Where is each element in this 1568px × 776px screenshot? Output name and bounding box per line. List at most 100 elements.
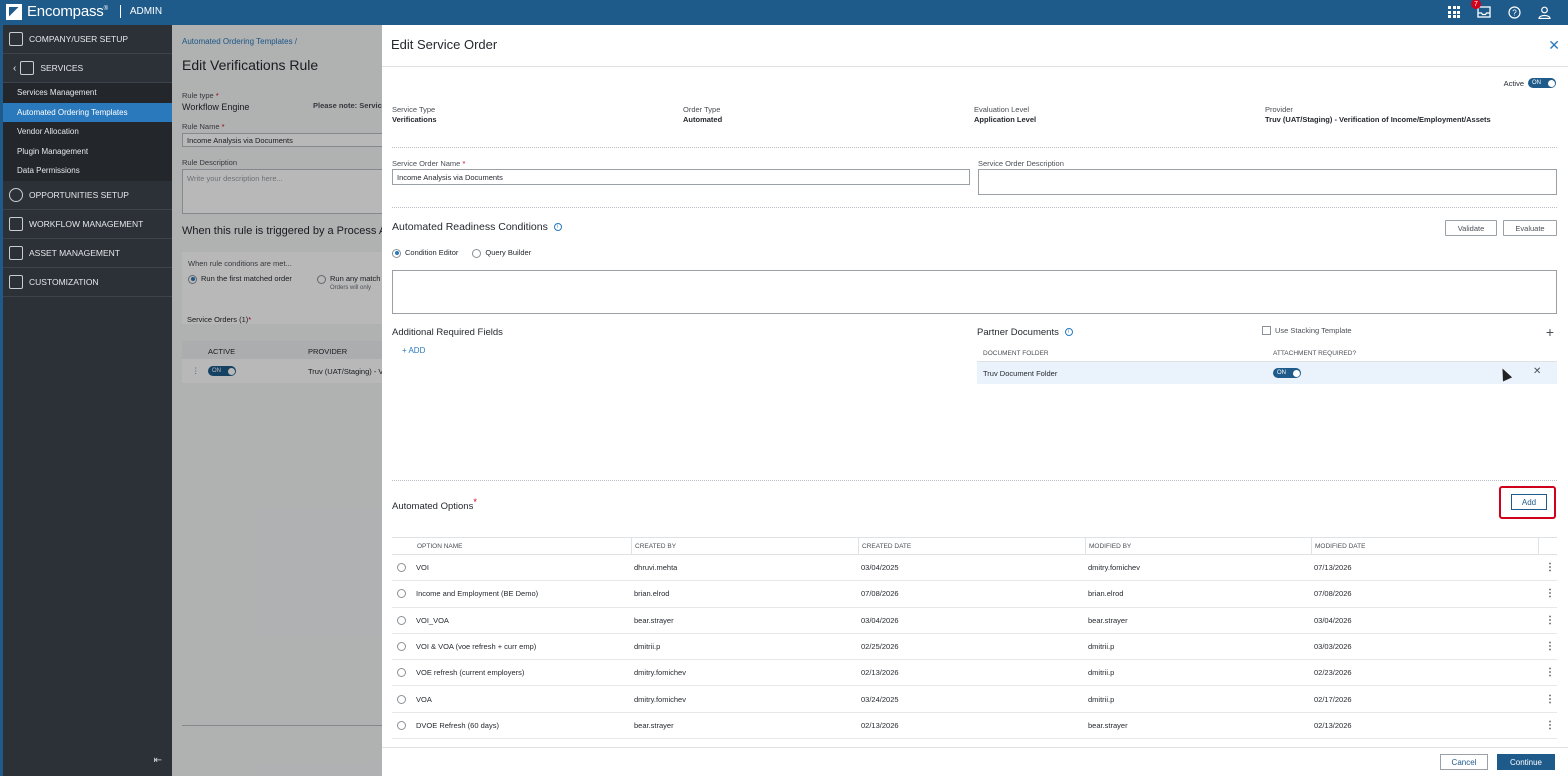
section-label: ADMIN xyxy=(129,6,163,17)
row-menu-icon[interactable]: ⋮ xyxy=(1545,660,1555,685)
info-label: Provider xyxy=(1265,105,1293,114)
evaluate-button[interactable]: Evaluate xyxy=(1503,220,1557,236)
collapse-sidebar-icon[interactable]: ⇤ xyxy=(154,755,162,766)
sidebar-subitem-vendor-allocation[interactable]: Vendor Allocation xyxy=(3,122,172,142)
add-option-button[interactable]: Add xyxy=(1511,494,1547,510)
customization-icon xyxy=(9,274,23,289)
table-row[interactable]: VOI dhruvi.mehta 03/04/2025 dmitry.fomic… xyxy=(392,555,1557,582)
partner-document-row[interactable]: Truv Document Folder ON ✕ xyxy=(977,362,1557,384)
remove-document-icon[interactable]: ✕ xyxy=(1533,366,1541,377)
sidebar-item-asset-management[interactable]: ASSET MANAGEMENT xyxy=(3,239,172,268)
sidebar-item-customization[interactable]: CUSTOMIZATION xyxy=(3,268,172,297)
active-switch[interactable]: Active ON xyxy=(1504,78,1556,88)
info-label: Order Type xyxy=(683,105,721,114)
modified-by: bear.strayer xyxy=(1088,720,1128,730)
info-icon[interactable]: i xyxy=(1064,328,1073,337)
sidebar-item-services[interactable]: ‹ SERVICES xyxy=(3,54,172,83)
sidebar-item-label: SERVICES xyxy=(40,63,84,73)
created-by: bear.strayer xyxy=(634,615,674,625)
row-menu-icon[interactable]: ⋮ xyxy=(1545,555,1555,580)
chevron-left-icon: ‹ xyxy=(13,62,17,74)
row-menu-icon[interactable]: ⋮ xyxy=(1545,581,1555,606)
row-menu-icon[interactable]: ⋮ xyxy=(1545,687,1555,712)
created-by: dmitry.fomichev xyxy=(634,694,686,704)
automated-options-title: Automated Options* xyxy=(392,497,477,513)
sidebar-item-label: ASSET MANAGEMENT xyxy=(29,247,120,258)
sidebar-subitem-data-permissions[interactable]: Data Permissions xyxy=(3,161,172,181)
sidebar-subitem-automated-ordering-templates[interactable]: Automated Ordering Templates xyxy=(3,102,172,122)
option-name: Income and Employment (BE Demo) xyxy=(416,589,539,599)
row-menu-icon[interactable]: ⋮ xyxy=(1545,634,1555,659)
table-row[interactable]: VOI & VOA (voe refresh + curr emp) dmitr… xyxy=(392,634,1557,661)
row-select-radio[interactable] xyxy=(397,720,406,730)
created-by: brian.elrod xyxy=(634,589,670,599)
column-document-folder: DOCUMENT FOLDER xyxy=(983,350,1049,357)
sidebar-item-opportunities-setup[interactable]: OPPORTUNITIES SETUP xyxy=(3,181,172,210)
column-modified-by: MODIFIED BY xyxy=(1089,542,1132,550)
service-order-name-input[interactable]: Income Analysis via Documents xyxy=(392,169,970,185)
table-row[interactable]: Income and Employment (BE Demo) brian.el… xyxy=(392,581,1557,608)
table-row[interactable]: VOE refresh (current employers) dmitry.f… xyxy=(392,660,1557,687)
inbox-icon[interactable]: 7 xyxy=(1471,0,1492,20)
option-name: VOI & VOA (voe refresh + curr emp) xyxy=(416,642,537,652)
table-row[interactable]: DVOE Refresh (60 days) bear.strayer 02/1… xyxy=(392,713,1557,740)
sidebar-item-company-user-setup[interactable]: COMPANY/USER SETUP xyxy=(3,25,172,54)
modal-header: Edit Service Order ✕ xyxy=(382,25,1568,67)
row-select-radio[interactable] xyxy=(397,642,406,652)
created-date: 03/04/2025 xyxy=(861,563,899,573)
divider xyxy=(392,147,1557,148)
modal-backdrop[interactable] xyxy=(172,25,382,776)
services-submenu: Services Management Automated Ordering T… xyxy=(3,83,172,181)
modified-by: dmitrii.p xyxy=(1088,694,1115,704)
readiness-conditions-title: Automated Readiness Conditions i xyxy=(392,221,562,233)
row-menu-icon[interactable]: ⋮ xyxy=(1545,713,1555,738)
brand[interactable]: Encompass® ADMIN xyxy=(6,3,162,20)
divider xyxy=(392,480,1557,481)
info-value: Verifications xyxy=(392,115,437,124)
column-option-name: OPTION NAME xyxy=(417,542,463,550)
user-profile-icon[interactable] xyxy=(1536,4,1552,20)
help-icon[interactable]: ? xyxy=(1506,4,1522,20)
validate-button[interactable]: Validate xyxy=(1445,220,1497,236)
asset-icon xyxy=(9,245,23,260)
table-row[interactable]: VOI_VOA bear.strayer 03/04/2026 bear.str… xyxy=(392,608,1557,634)
brand-name: Encompass® xyxy=(27,3,108,20)
partner-documents-header: DOCUMENT FOLDER ATTACHMENT REQUIRED? xyxy=(977,344,1557,362)
sidebar-item-workflow-management[interactable]: WORKFLOW MANAGEMENT xyxy=(3,210,172,239)
column-attachment-required: ATTACHMENT REQUIRED? xyxy=(1273,350,1357,357)
order-type-info: Order Type Automated xyxy=(683,105,722,124)
sidebar-subitem-services-management[interactable]: Services Management xyxy=(3,83,172,103)
dollar-icon xyxy=(9,187,23,202)
cancel-button[interactable]: Cancel xyxy=(1440,754,1488,770)
option-name: VOI xyxy=(416,563,429,573)
active-toggle[interactable]: ON xyxy=(1528,78,1556,88)
attachment-required-toggle[interactable]: ON xyxy=(1273,368,1301,378)
partner-documents-title: Partner Documents i xyxy=(977,327,1073,338)
apps-grid-icon[interactable] xyxy=(1446,4,1462,20)
add-document-plus-icon[interactable]: + xyxy=(1546,324,1554,340)
sidebar-subitem-plugin-management[interactable]: Plugin Management xyxy=(3,142,172,162)
info-icon[interactable]: i xyxy=(553,223,562,232)
service-order-description-input[interactable] xyxy=(978,169,1557,195)
row-select-radio[interactable] xyxy=(397,668,406,678)
add-field-link[interactable]: + ADD xyxy=(402,346,425,355)
row-select-radio[interactable] xyxy=(397,694,406,704)
table-row[interactable]: VOA dmitry.fomichev 03/24/2025 dmitrii.p… xyxy=(392,687,1557,713)
divider xyxy=(392,207,1557,208)
service-type-info: Service Type Verifications xyxy=(392,105,437,124)
modified-date: 03/04/2026 xyxy=(1314,615,1352,625)
close-icon[interactable]: ✕ xyxy=(1548,37,1560,54)
sidebar-item-label: WORKFLOW MANAGEMENT xyxy=(29,218,144,229)
info-label: Evaluation Level xyxy=(974,105,1030,114)
radio-query-builder[interactable]: Query Builder xyxy=(472,248,531,258)
condition-editor-box[interactable] xyxy=(392,270,1557,314)
row-select-radio[interactable] xyxy=(397,589,406,599)
radio-condition-editor[interactable]: Condition Editor xyxy=(392,248,458,258)
use-stacking-template-checkbox[interactable]: Use Stacking Template xyxy=(1262,326,1352,335)
services-icon xyxy=(20,61,35,75)
service-order-description-label: Service Order Description xyxy=(978,159,1064,168)
continue-button[interactable]: Continue xyxy=(1497,754,1555,770)
row-menu-icon[interactable]: ⋮ xyxy=(1545,608,1555,633)
row-select-radio[interactable] xyxy=(397,563,406,573)
row-select-radio[interactable] xyxy=(397,615,406,625)
